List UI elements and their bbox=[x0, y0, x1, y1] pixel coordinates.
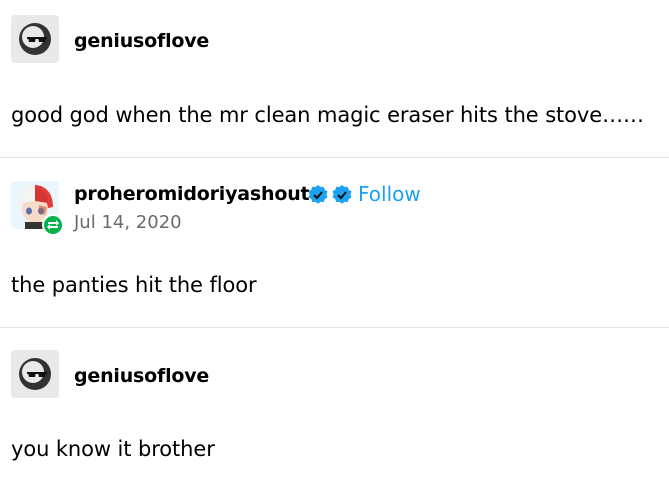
follow-button[interactable]: Follow bbox=[358, 182, 421, 206]
sunglasses-avatar-icon bbox=[11, 350, 59, 398]
post-1: geniusoflove good god when the mr clean … bbox=[0, 0, 669, 157]
post-content: the panties hit the floor bbox=[11, 273, 257, 297]
post-username[interactable]: geniusoflove bbox=[74, 365, 209, 387]
post-username[interactable]: proheromidoriyashouto bbox=[74, 183, 322, 205]
verified-badge-icon bbox=[332, 185, 352, 204]
avatar-geniusoflove[interactable] bbox=[11, 15, 59, 63]
avatar-proheromidoriyashouto[interactable] bbox=[11, 181, 64, 236]
post-content: you know it brother bbox=[11, 437, 215, 461]
post-date[interactable]: Jul 14, 2020 bbox=[74, 212, 182, 233]
reblog-icon bbox=[42, 214, 64, 236]
post-3: geniusoflove you know it brother bbox=[0, 328, 669, 487]
post-username[interactable]: geniusoflove bbox=[74, 30, 209, 52]
verified-badge-icon bbox=[308, 185, 328, 204]
post-2: proheromidoriyashouto Follow Jul 14, 202… bbox=[0, 158, 669, 327]
sunglasses-avatar-icon bbox=[11, 15, 59, 63]
post-content: good god when the mr clean magic eraser … bbox=[11, 103, 644, 127]
avatar-geniusoflove[interactable] bbox=[11, 350, 59, 398]
